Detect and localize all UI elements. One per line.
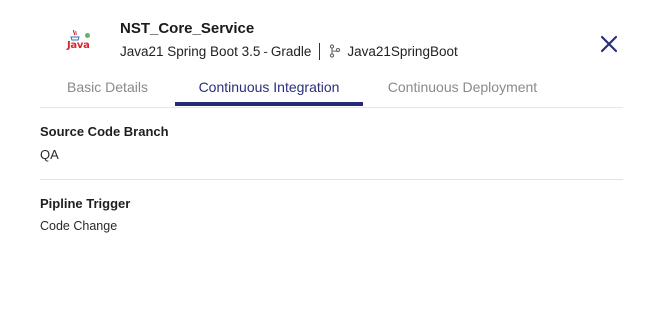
tab-continuous-integration[interactable]: Continuous Integration [175, 68, 363, 106]
tab-basic-details[interactable]: Basic Details [40, 68, 175, 106]
stack-label: Java21 Spring Boot 3.5 [120, 43, 261, 59]
source-branch-label: Source Code Branch [40, 124, 169, 139]
tab-continuous-deployment[interactable]: Continuous Deployment [375, 68, 550, 106]
section-divider [40, 179, 623, 180]
service-meta: Java21 Spring Boot 3.5 - Gradle Java21Sp… [120, 42, 458, 60]
meta-divider [319, 42, 321, 60]
active-tab-indicator [175, 102, 363, 106]
build-tool-label: Gradle [270, 43, 312, 59]
pipeline-trigger-value: Code Change [40, 219, 118, 233]
git-branch-icon [330, 44, 341, 58]
repo-name: Java21SpringBoot [347, 43, 458, 59]
tab-bar: Basic Details Continuous Integration Con… [40, 68, 623, 108]
source-branch-section: Source Code Branch QA [40, 124, 623, 162]
close-icon[interactable] [600, 35, 618, 53]
pipeline-trigger-label: Pipline Trigger [40, 196, 131, 211]
service-header: Java NST_Core_Service Java21 Spring Boot… [0, 0, 670, 70]
source-branch-value: QA [40, 147, 59, 162]
service-name: NST_Core_Service [120, 20, 255, 37]
pipeline-trigger-section: Pipline Trigger Code Change [40, 196, 623, 233]
java-logo-text: Java [67, 40, 90, 51]
status-indicator [84, 32, 91, 39]
java-logo: Java [64, 28, 98, 58]
meta-separator: - [263, 43, 268, 59]
